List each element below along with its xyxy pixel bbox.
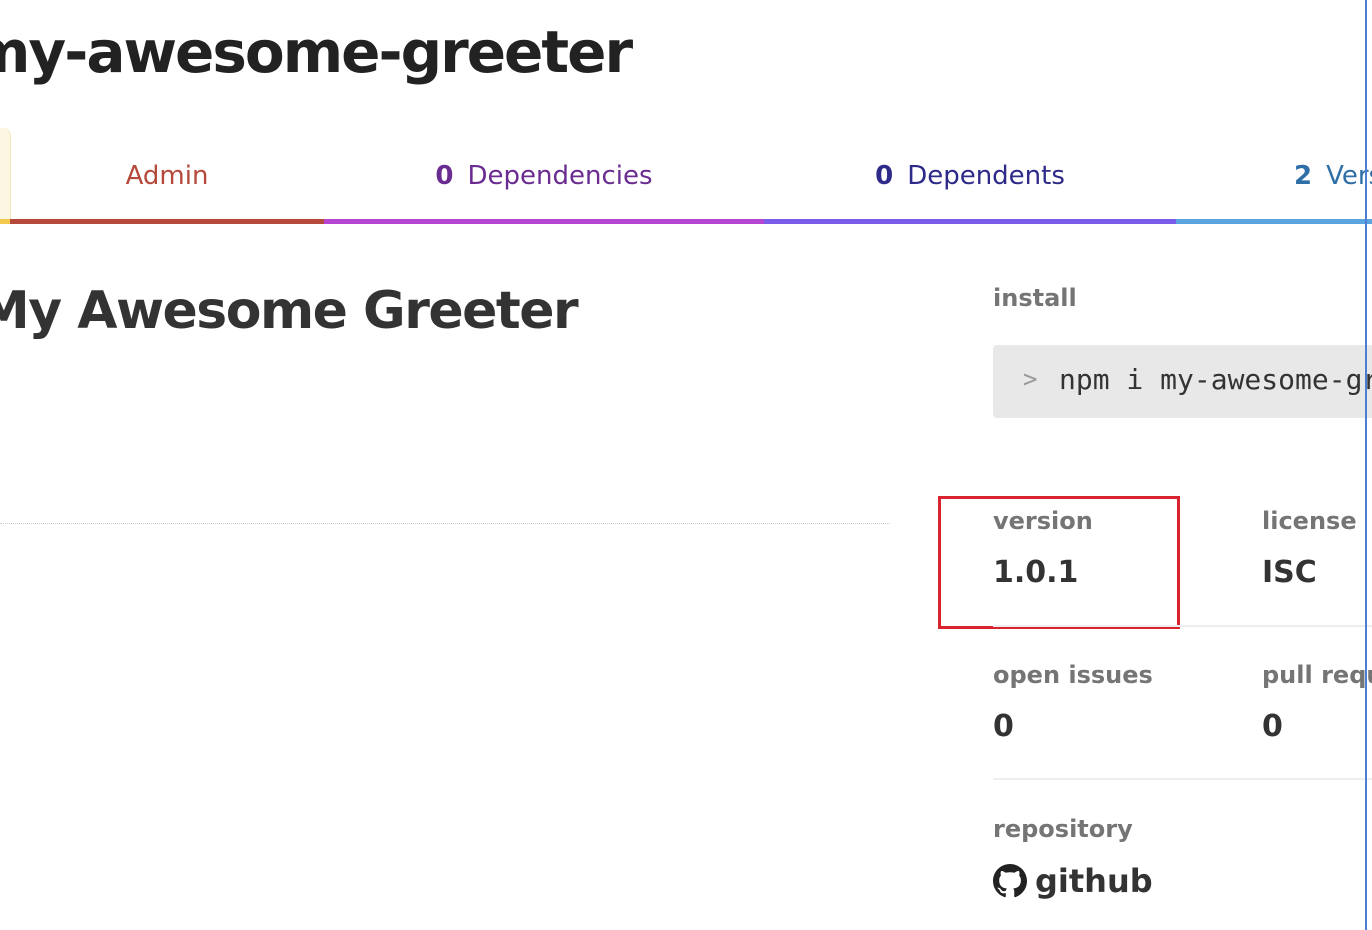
tab-dependencies-underline — [324, 219, 764, 224]
tab-dependencies-label: Dependencies — [467, 161, 653, 191]
tab-dependencies-count: 0 — [435, 161, 454, 191]
package-title: my-awesome-greeter — [0, 18, 633, 86]
repository-link[interactable]: github — [993, 862, 1153, 900]
readme-title: My Awesome Greeter — [0, 281, 579, 341]
install-label: install — [993, 284, 1077, 312]
readme-divider — [0, 523, 890, 524]
window-edge — [1365, 0, 1367, 930]
version-label: version — [993, 507, 1093, 535]
license-label: license — [1262, 507, 1357, 535]
package-page: my-awesome-greeter Admin 0 Dependencies … — [0, 0, 1372, 930]
sidebar-divider — [993, 778, 1372, 780]
tab-dependents-underline — [764, 219, 1176, 224]
tab-readme-underline — [0, 219, 10, 224]
pull-requests-value[interactable]: 0 — [1262, 709, 1283, 744]
tab-admin[interactable]: Admin — [10, 128, 324, 224]
version-value: 1.0.1 — [993, 555, 1079, 590]
install-command-box[interactable]: > npm i my-awesome-greeter — [993, 345, 1372, 418]
tab-dependencies[interactable]: 0 Dependencies — [324, 128, 764, 224]
package-tabs: Admin 0 Dependencies 0 Dependents 2 Vers… — [0, 128, 1372, 224]
tab-versions-count: 2 — [1294, 161, 1313, 191]
pull-requests-label: pull requests — [1262, 661, 1372, 689]
terminal-prompt-icon: > — [1023, 365, 1038, 393]
sidebar-divider — [993, 625, 1372, 627]
tab-versions[interactable]: 2 Versions — [1176, 128, 1372, 224]
tab-dependents-label: Dependents — [907, 161, 1065, 191]
tab-dependents-count: 0 — [875, 161, 894, 191]
repository-label: repository — [993, 815, 1133, 843]
repository-value: github — [1035, 862, 1153, 900]
install-command[interactable]: npm i my-awesome-greeter — [1059, 363, 1372, 396]
tab-admin-label: Admin — [125, 161, 209, 191]
tab-dependents[interactable]: 0 Dependents — [764, 128, 1176, 224]
license-value: ISC — [1262, 555, 1317, 590]
open-issues-value[interactable]: 0 — [993, 709, 1014, 744]
tab-admin-underline — [10, 219, 324, 224]
open-issues-label: open issues — [993, 661, 1153, 689]
github-icon — [993, 864, 1027, 898]
tab-versions-underline — [1176, 219, 1372, 224]
